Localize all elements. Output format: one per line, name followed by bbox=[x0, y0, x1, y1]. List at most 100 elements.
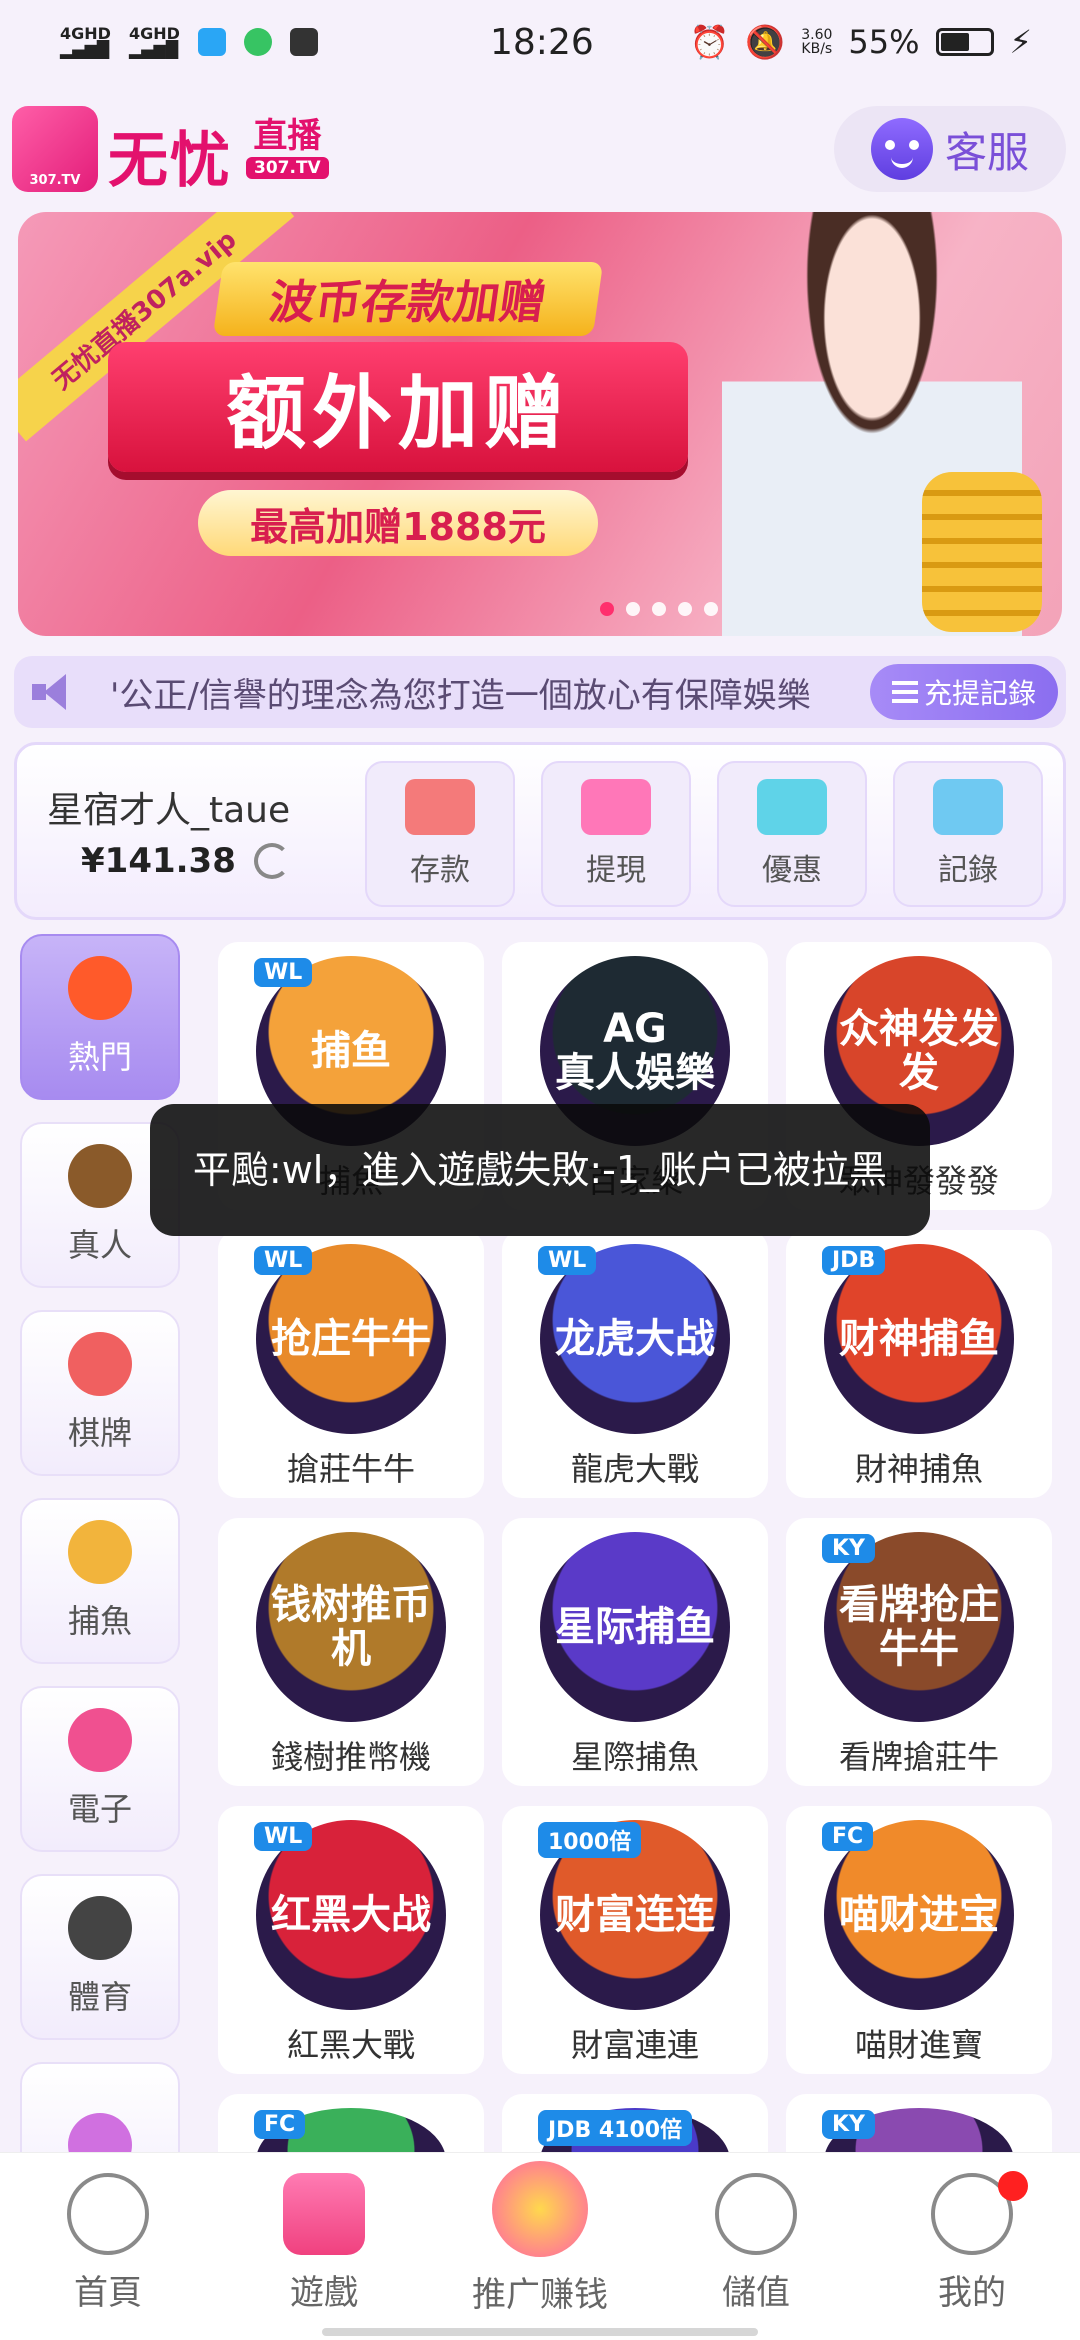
nav-item[interactable]: 儲值 bbox=[656, 2173, 856, 2340]
game-card[interactable]: 看牌抢庄牛牛 KY 看牌搶莊牛 bbox=[786, 1518, 1052, 1786]
user-action-label: 記錄 bbox=[938, 853, 998, 888]
user-action-button[interactable]: 記錄 bbox=[893, 761, 1043, 907]
user-action-button[interactable]: 存款 bbox=[365, 761, 515, 907]
promo-banner[interactable]: 无忧直播307a.vip 波币存款加赠 额外加赠 最高加赠1888元 bbox=[18, 212, 1062, 636]
app-logo-icon: 307.TV bbox=[12, 106, 98, 192]
balance-value: ¥141.38 bbox=[81, 841, 236, 881]
bottom-navigation: 首頁 遊戲 推广赚钱 儲值 我的 bbox=[0, 2152, 1080, 2340]
category-item[interactable]: 熱門 bbox=[20, 934, 180, 1100]
headset-icon bbox=[870, 118, 933, 180]
status-right: ⏰ 🔕 3.60 KB/s 55% ⚡ bbox=[690, 23, 1032, 61]
category-label: 棋牌 bbox=[67, 1414, 132, 1452]
nav-label: 遊戲 bbox=[290, 2273, 358, 2313]
provider-badge: 1000倍 bbox=[538, 1822, 642, 1858]
user-action-label: 存款 bbox=[410, 853, 470, 888]
logo-domain: 307.TV bbox=[246, 157, 329, 179]
charging-icon: ⚡ bbox=[1009, 23, 1032, 61]
record-label: 充提記錄 bbox=[923, 677, 1036, 710]
message-icon bbox=[243, 28, 272, 56]
slot-icon bbox=[68, 1708, 132, 1772]
nav-label: 推广赚钱 bbox=[472, 2275, 608, 2315]
nav-item[interactable]: 推广赚钱 bbox=[440, 2161, 640, 2340]
battery-percent: 55% bbox=[848, 23, 920, 61]
game-card[interactable]: 抢庄牛牛 WL 搶莊牛牛 bbox=[218, 1230, 484, 1498]
category-label: 體育 bbox=[67, 1978, 132, 2016]
category-label: 熱門 bbox=[67, 1038, 132, 1076]
banner-pagination[interactable] bbox=[600, 602, 718, 616]
category-item[interactable]: 棋牌 bbox=[20, 1310, 180, 1476]
banner-dot[interactable] bbox=[678, 602, 692, 616]
provider-badge: FC bbox=[254, 2110, 306, 2139]
game-card[interactable]: 财神捕鱼 JDB 財神捕魚 bbox=[786, 1230, 1052, 1498]
customer-service-button[interactable]: 客服 bbox=[834, 106, 1066, 192]
game-card[interactable]: 龙虎大战 WL 龍虎大戰 bbox=[502, 1230, 768, 1498]
username: 星宿才人_taue bbox=[47, 790, 291, 831]
home-indicator[interactable] bbox=[322, 2328, 758, 2336]
game-name: 財富連連 bbox=[570, 2026, 699, 2064]
logo-sub-text: 直播 bbox=[253, 116, 322, 156]
game-card[interactable]: 喵财进宝 FC 喵財進寶 bbox=[786, 1806, 1052, 2074]
nav-item[interactable]: 首頁 bbox=[8, 2173, 208, 2340]
category-item[interactable]: 捕魚 bbox=[20, 1498, 180, 1664]
deposit-withdraw-record-button[interactable]: 充提記錄 bbox=[870, 664, 1058, 720]
home-girl-icon bbox=[67, 2173, 149, 2255]
promo-icon bbox=[492, 2161, 588, 2257]
gift-icon bbox=[757, 779, 827, 835]
nav-label: 儲值 bbox=[722, 2273, 790, 2313]
customer-service-label: 客服 bbox=[944, 127, 1029, 177]
balance: ¥141.38 bbox=[81, 841, 290, 881]
game-name: 看牌搶莊牛 bbox=[838, 1738, 999, 1776]
app-header: 307.TV 无忧 直播 307.TV 客服 bbox=[0, 96, 1080, 200]
logo-title: 无忧 bbox=[108, 126, 232, 196]
game-thumbnail: 钱树推币机 bbox=[256, 1532, 446, 1722]
game-name: 星際捕魚 bbox=[570, 1738, 699, 1776]
banner-dot[interactable] bbox=[652, 602, 666, 616]
game-card[interactable]: 红黑大战 WL 紅黑大戰 bbox=[218, 1806, 484, 2074]
user-action-label: 優惠 bbox=[762, 853, 822, 888]
wallet-icon bbox=[405, 779, 475, 835]
soccer-ball-icon bbox=[68, 1896, 132, 1960]
user-action-button[interactable]: 優惠 bbox=[717, 761, 867, 907]
mute-icon: 🔕 bbox=[745, 23, 786, 61]
refresh-icon[interactable] bbox=[253, 843, 290, 879]
banner-headline: 额外加赠 bbox=[108, 342, 688, 472]
banner-dot[interactable] bbox=[600, 602, 614, 616]
game-name: 財神捕魚 bbox=[854, 1450, 983, 1488]
game-name: 喵財進寶 bbox=[854, 2026, 983, 2064]
status-bar: 4GHD ▂▄▆█ 4GHD ▂▄▆█ 18:26 ⏰ 🔕 3.60 KB/s 55… bbox=[0, 0, 1080, 84]
category-item[interactable]: 體育 bbox=[20, 1874, 180, 2040]
speed-unit: KB/s bbox=[801, 41, 833, 57]
coin-stack-image bbox=[922, 472, 1042, 632]
card-icon bbox=[68, 1332, 132, 1396]
game-name: 紅黑大戰 bbox=[286, 2026, 415, 2064]
game-card[interactable]: 钱树推币机 錢樹推幣機 bbox=[218, 1518, 484, 1786]
provider-badge: JDB 4100倍 bbox=[538, 2110, 693, 2146]
network-speed: 3.60 KB/s bbox=[801, 28, 832, 56]
nav-item[interactable]: 我的 bbox=[872, 2171, 1072, 2340]
fish-icon bbox=[68, 1520, 132, 1584]
provider-badge: WL bbox=[254, 958, 313, 987]
provider-badge: FC bbox=[822, 1822, 874, 1851]
category-label: 捕魚 bbox=[67, 1602, 132, 1640]
game-name: 搶莊牛牛 bbox=[286, 1450, 415, 1488]
money-bag-icon bbox=[581, 779, 651, 835]
notice-bar: '公正/信譽的理念為您打造一個放心有保障娛樂 充提記錄 bbox=[14, 656, 1066, 728]
status-time: 18:26 bbox=[490, 21, 594, 63]
game-card[interactable]: 星际捕鱼 星際捕魚 bbox=[502, 1518, 768, 1786]
provider-badge: KY bbox=[822, 2110, 875, 2139]
provider-badge: WL bbox=[254, 1246, 313, 1275]
notification-dot bbox=[998, 2171, 1028, 2201]
battery-icon bbox=[935, 28, 994, 56]
book-icon bbox=[289, 28, 318, 56]
signal-2-icon: 4GHD ▂▄▆█ bbox=[128, 24, 180, 59]
game-thumbnail: 星际捕鱼 bbox=[540, 1532, 730, 1722]
bar-chart-icon bbox=[933, 779, 1003, 835]
user-action-button[interactable]: 提現 bbox=[541, 761, 691, 907]
banner-tag: 波币存款加赠 bbox=[212, 262, 604, 336]
category-item[interactable]: 電子 bbox=[20, 1686, 180, 1852]
nav-item[interactable]: 遊戲 bbox=[224, 2173, 424, 2340]
banner-dot[interactable] bbox=[626, 602, 640, 616]
banner-dot[interactable] bbox=[704, 602, 718, 616]
gamepad-icon bbox=[283, 2173, 365, 2255]
game-card[interactable]: 财富连连 1000倍 財富連連 bbox=[502, 1806, 768, 2074]
